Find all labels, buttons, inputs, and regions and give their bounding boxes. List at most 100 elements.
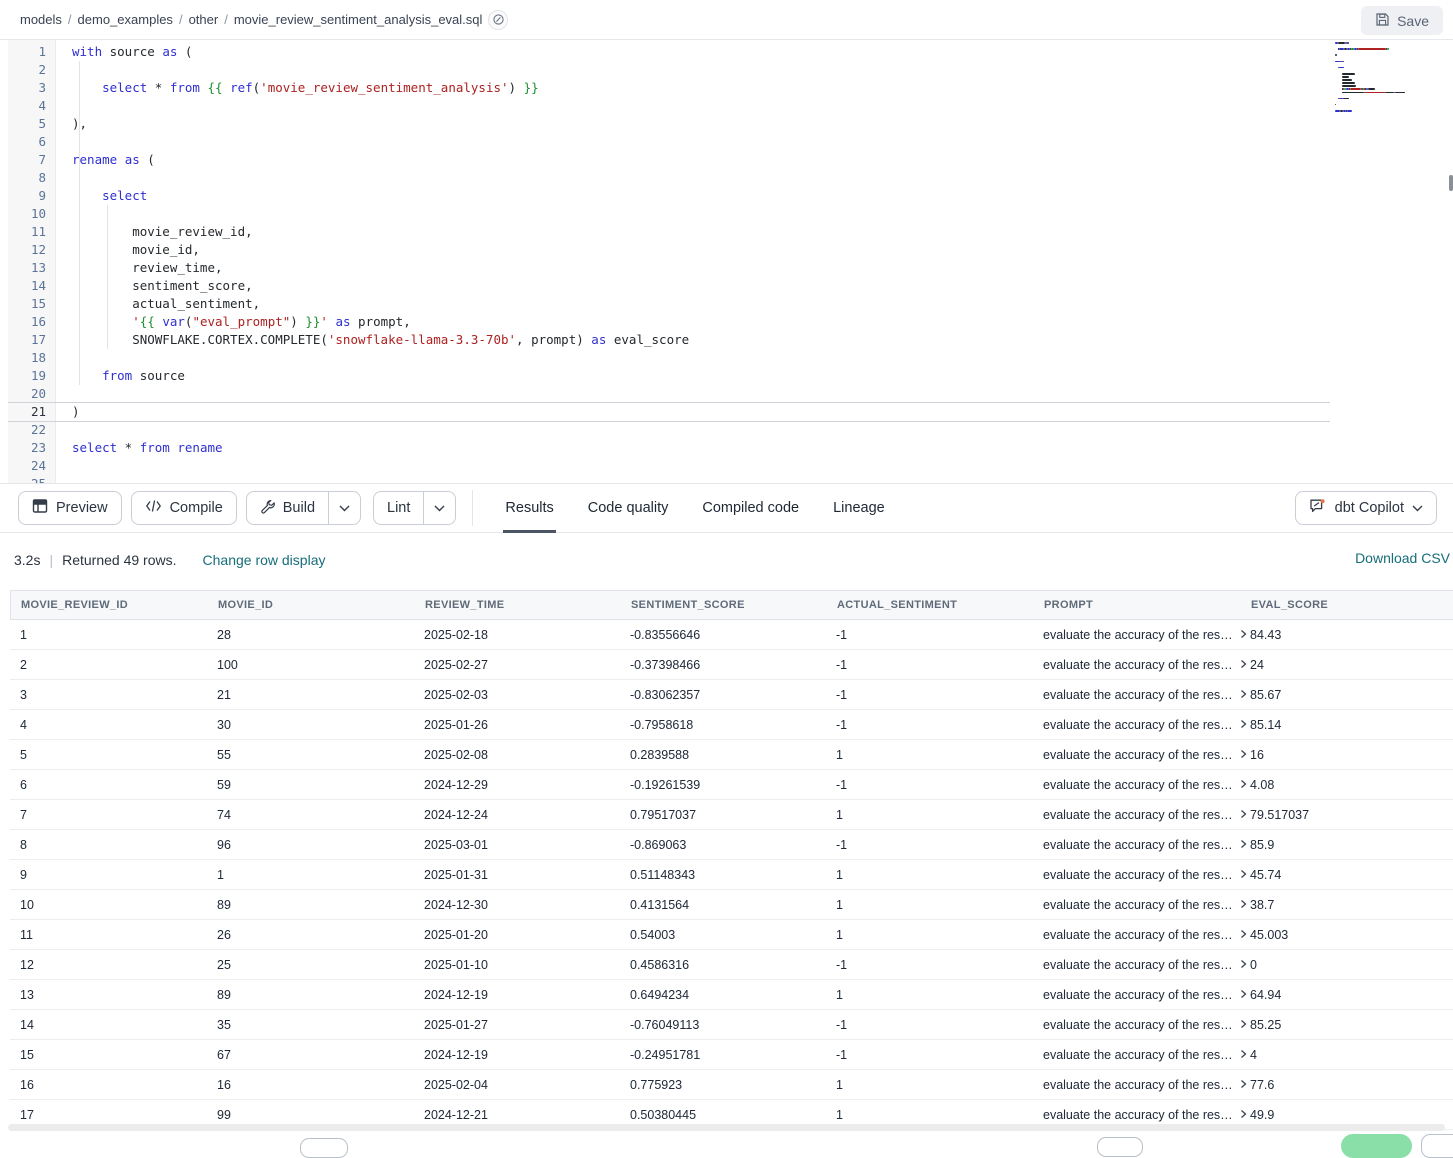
prompt-preview-text: evaluate the accuracy of the res… [1043,1078,1233,1092]
code-text: select * from {{ ref('movie_review_senti… [56,79,539,97]
code-text [56,205,72,223]
expand-prompt-icon[interactable] [1239,658,1248,672]
prompt-preview-text: evaluate the accuracy of the res… [1043,1108,1233,1122]
column-header-movie_id[interactable]: MOVIE_ID [218,599,425,611]
table-cell: -0.83556646 [630,628,836,642]
query-duration: 3.2s [14,552,40,568]
code-line: 20 [8,385,1448,403]
copilot-dropdown-caret[interactable] [1412,505,1423,512]
expand-prompt-icon[interactable] [1239,718,1248,732]
code-line: 25 [8,475,1448,483]
prompt-preview-text: evaluate the accuracy of the res… [1043,748,1233,762]
prompt-preview-text: evaluate the accuracy of the res… [1043,658,1233,672]
table-row: 14352025-01-27-0.76049113-1evaluate the … [10,1010,1453,1040]
expand-prompt-icon[interactable] [1239,688,1248,702]
code-text [56,61,72,79]
table-cell: 5 [10,748,217,762]
table-row: 7742024-12-240.795170371evaluate the acc… [10,800,1453,830]
code-line: 4 [8,97,1448,115]
expand-prompt-icon[interactable] [1239,808,1248,822]
column-header-review_time[interactable]: REVIEW_TIME [425,599,631,611]
expand-prompt-icon[interactable] [1239,928,1248,942]
table-cell: 17 [10,1108,217,1122]
table-cell: 16 [1250,748,1453,762]
line-number: 5 [8,115,56,133]
column-header-movie_review_id[interactable]: MOVIE_REVIEW_ID [11,599,218,611]
column-header-actual_sentiment[interactable]: ACTUAL_SENTIMENT [837,599,1044,611]
line-number: 19 [8,367,56,385]
table-cell: 0.51148343 [630,868,836,882]
table-cell: 84.43 [1250,628,1453,642]
table-cell: 85.25 [1250,1018,1453,1032]
breadcrumb-item[interactable]: movie_review_sentiment_analysis_eval.sql [234,12,483,27]
expand-prompt-icon[interactable] [1239,1078,1248,1092]
partial-green-button[interactable] [1341,1134,1412,1158]
breadcrumb-item[interactable]: models [20,12,62,27]
table-cell: 35 [217,1018,424,1032]
build-dropdown-caret[interactable] [328,492,360,524]
table-row: 21002025-02-27-0.37398466-1evaluate the … [10,650,1453,680]
save-button[interactable]: Save [1361,6,1443,35]
editor-minimap[interactable] [1335,42,1447,119]
table-cell: 0.54003 [630,928,836,942]
table-cell: 2025-02-03 [424,688,630,702]
build-button[interactable]: Build [247,492,328,524]
partial-button[interactable] [1097,1137,1143,1157]
line-number: 9 [8,187,56,205]
tab-code-quality[interactable]: Code quality [588,483,669,533]
expand-prompt-icon[interactable] [1239,778,1248,792]
expand-prompt-icon[interactable] [1239,958,1248,972]
dbt-copilot-button[interactable]: dbt Copilot [1295,491,1437,525]
lint-dropdown-caret[interactable] [423,492,455,524]
column-header-sentiment_score[interactable]: SENTIMENT_SCORE [631,599,837,611]
tab-compiled-code[interactable]: Compiled code [702,483,799,533]
tab-lineage[interactable]: Lineage [833,483,885,533]
top-bar: models/demo_examples/other/movie_review_… [0,0,1453,40]
prompt-preview-text: evaluate the accuracy of the res… [1043,868,1233,882]
table-row: 1282025-02-18-0.83556646-1evaluate the a… [10,620,1453,650]
expand-prompt-icon[interactable] [1239,898,1248,912]
expand-prompt-icon[interactable] [1239,748,1248,762]
file-action-icon[interactable] [488,10,508,30]
download-csv-link[interactable]: Download CSV [1355,550,1450,566]
table-cell: 77.6 [1250,1078,1453,1092]
table-row: 5552025-02-080.28395881evaluate the accu… [10,740,1453,770]
table-cell: 10 [10,898,217,912]
column-header-eval_score[interactable]: EVAL_SCORE [1251,599,1453,611]
dbt-copilot-label: dbt Copilot [1335,500,1404,516]
table-cell: 2025-01-27 [424,1018,630,1032]
expand-prompt-icon[interactable] [1239,1018,1248,1032]
breadcrumb-item[interactable]: other [189,12,219,27]
prompt-preview-text: evaluate the accuracy of the res… [1043,1048,1233,1062]
lint-button[interactable]: Lint [374,492,423,524]
table-cell: -1 [836,958,1043,972]
table-cell: 64.94 [1250,988,1453,1002]
expand-prompt-icon[interactable] [1239,1048,1248,1062]
breadcrumb-item[interactable]: demo_examples [78,12,173,27]
preview-button[interactable]: Preview [18,491,122,525]
sql-code-editor[interactable]: 1with source as (23 select * from {{ ref… [8,40,1448,483]
compile-button[interactable]: Compile [131,491,237,525]
expand-prompt-icon[interactable] [1239,868,1248,882]
expand-prompt-icon[interactable] [1239,988,1248,1002]
partial-button[interactable] [300,1138,348,1158]
code-text: sentiment_score, [56,277,253,295]
table-cell: 85.67 [1250,688,1453,702]
editor-vertical-scrollbar[interactable] [1449,175,1453,191]
tab-results[interactable]: Results [505,483,553,533]
prompt-cell: evaluate the accuracy of the res… [1043,628,1250,642]
partial-button[interactable] [1421,1134,1453,1158]
expand-prompt-icon[interactable] [1239,1108,1248,1122]
table-cell: 1 [836,808,1043,822]
save-icon [1375,12,1390,30]
column-header-prompt[interactable]: PROMPT [1044,599,1251,611]
table-cell: 45.74 [1250,868,1453,882]
horizontal-scrollbar[interactable] [8,1124,1445,1131]
table-cell: 7 [10,808,217,822]
expand-prompt-icon[interactable] [1239,838,1248,852]
code-line: 21) [8,403,1448,421]
change-row-display-link[interactable]: Change row display [203,552,326,568]
code-line: 10 [8,205,1448,223]
indent-guide [79,61,80,385]
expand-prompt-icon[interactable] [1239,628,1248,642]
